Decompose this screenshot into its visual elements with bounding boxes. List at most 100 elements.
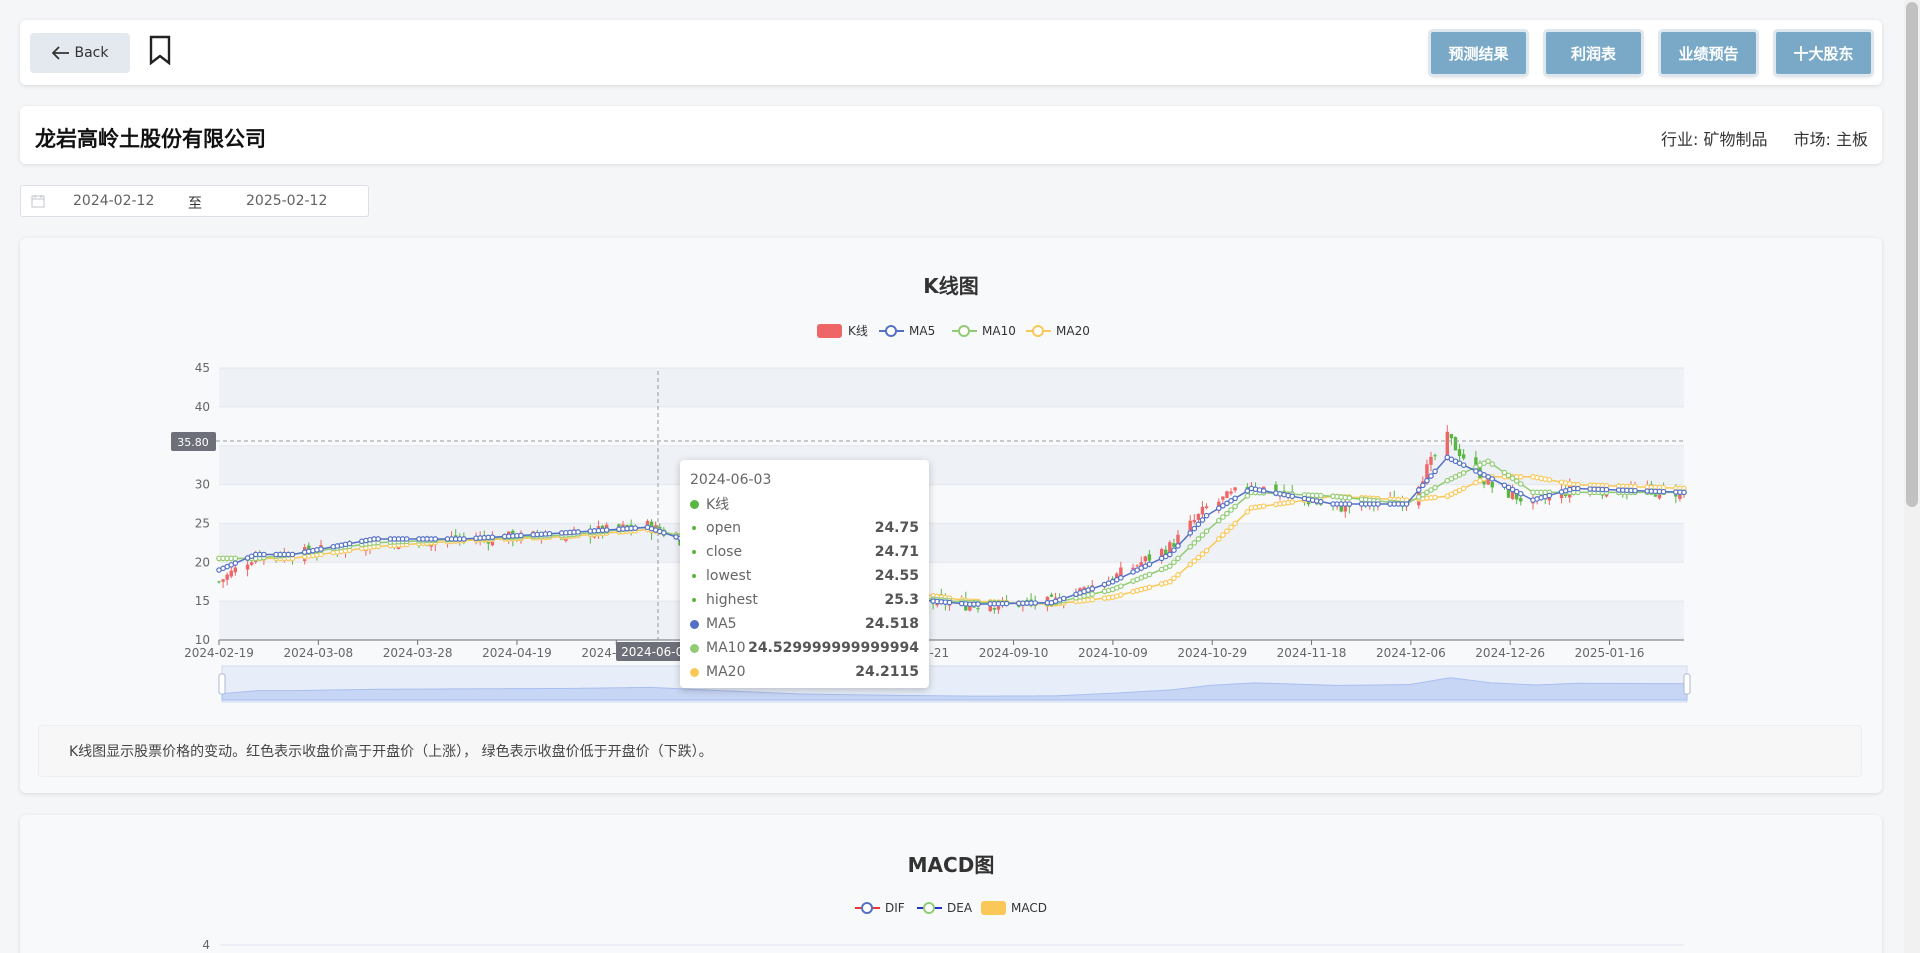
income-statement-button[interactable]: 利润表 [1546,32,1641,74]
ma5-point[interactable] [1318,498,1324,505]
candle-body[interactable] [1519,498,1523,502]
ma10-point[interactable] [1460,470,1467,476]
candle-body[interactable] [245,564,250,570]
ma5-point[interactable] [1187,530,1194,536]
ma10-point[interactable] [1195,536,1202,542]
candle-body[interactable] [249,562,254,565]
ma10-point[interactable] [1513,478,1520,484]
ma20-point[interactable] [1228,524,1234,531]
candle-body[interactable] [1510,491,1515,499]
candle-body[interactable] [1053,597,1058,599]
legend-dif-swatch[interactable] [861,902,873,914]
ma5-point[interactable] [403,536,410,542]
candle-body[interactable] [1119,567,1123,576]
candlestick[interactable] [1229,488,1233,496]
ma5-point[interactable] [1203,512,1210,519]
candlestick[interactable] [225,572,229,586]
ma20-point[interactable] [1171,575,1177,582]
ma10-point[interactable] [1505,472,1512,479]
zoom-handle-left[interactable] [218,673,226,695]
candlestick[interactable] [1135,564,1139,568]
ma5-point[interactable] [1432,468,1438,475]
performance-forecast-button[interactable]: 业绩预告 [1661,32,1756,74]
candle-body[interactable] [1225,491,1229,499]
candlestick[interactable] [1225,490,1229,499]
candle-body[interactable] [976,608,980,610]
candle-body[interactable] [1457,449,1462,457]
ma10-point[interactable] [1171,559,1177,566]
ma20-point[interactable] [1203,547,1210,554]
ma5-point[interactable] [1489,476,1496,482]
ma5-point[interactable] [1681,489,1687,496]
candle-body[interactable] [1453,437,1458,451]
candle-body[interactable] [1147,554,1152,561]
ma10-point[interactable] [1509,475,1516,482]
ma5-point[interactable] [1199,517,1206,523]
ma10-point[interactable] [1089,591,1096,597]
ma20-point[interactable] [1167,578,1173,585]
ma5-point[interactable] [261,551,267,558]
legend-kline-label[interactable]: K线 [848,324,868,338]
ma20-point[interactable] [1224,528,1230,535]
ma5-point[interactable] [975,601,981,607]
legend-dif-label[interactable]: DIF [885,901,905,915]
legend-ma5-swatch[interactable] [885,325,897,337]
ma20-point[interactable] [1175,572,1181,578]
ma20-point[interactable] [1089,596,1096,603]
candle-body[interactable] [992,608,997,610]
ma5-point[interactable] [661,529,667,536]
ma5-point[interactable] [1232,495,1238,502]
candle-body[interactable] [1196,513,1201,520]
candlestick[interactable] [1233,486,1237,493]
ma5-point[interactable] [1403,501,1410,507]
candlestick[interactable] [1204,503,1209,510]
ma20-point[interactable] [1191,558,1198,564]
candlestick[interactable] [1200,501,1205,518]
candle-body[interactable] [1172,543,1176,547]
ma5-point[interactable] [1517,490,1524,497]
ma20-point[interactable] [1215,536,1222,542]
ma10-point[interactable] [1501,469,1508,476]
ma5-point[interactable] [1089,585,1096,592]
ma20-point[interactable] [1118,592,1124,598]
candlestick[interactable] [1449,433,1454,445]
ma10-point[interactable] [1318,492,1324,499]
page-scrollbar-thumb[interactable] [1906,2,1918,507]
legend-ma10-swatch[interactable] [958,325,970,337]
ma10-point[interactable] [1191,540,1198,546]
ma20-point[interactable] [1232,520,1238,527]
legend-kline-swatch[interactable] [817,324,842,338]
candle-body[interactable] [1445,431,1450,457]
ma10-point[interactable] [1228,507,1234,513]
candle-body[interactable] [233,567,238,573]
ma5-point[interactable] [346,540,353,547]
ma10-point[interactable] [1203,528,1210,535]
ma5-point[interactable] [1171,547,1177,553]
ma5-point[interactable] [1175,543,1181,549]
candle-body[interactable] [1486,479,1490,485]
ma10-point[interactable] [1118,583,1124,589]
ma5-point[interactable] [1060,595,1067,602]
ma20-point[interactable] [1187,561,1194,568]
ma5-point[interactable] [603,527,610,533]
ma10-point[interactable] [1215,517,1222,524]
data-zoom-slider[interactable] [218,665,1691,703]
ma10-point[interactable] [1346,495,1353,501]
candle-body[interactable] [1139,562,1143,566]
candle-body[interactable] [1135,565,1139,567]
ma20-point[interactable] [1146,584,1153,591]
macd-chart[interactable]: DIF DEA MACD 4 [20,815,1882,953]
ma10-point[interactable] [1146,571,1153,578]
legend-ma10-label[interactable]: MA10 [982,324,1016,338]
legend-macd-label[interactable]: MACD [1011,901,1047,915]
zoom-handle-right[interactable] [1683,673,1691,695]
ma10-point[interactable] [232,555,239,562]
candlestick[interactable] [1192,514,1197,525]
candle-body[interactable] [1490,482,1494,488]
ma5-point[interactable] [1003,600,1010,607]
ma10-point[interactable] [1232,503,1238,510]
candle-body[interactable] [988,606,992,612]
candle-body[interactable] [1461,454,1466,459]
ma10-point[interactable] [1167,563,1173,569]
ma10-point[interactable] [1175,555,1181,562]
